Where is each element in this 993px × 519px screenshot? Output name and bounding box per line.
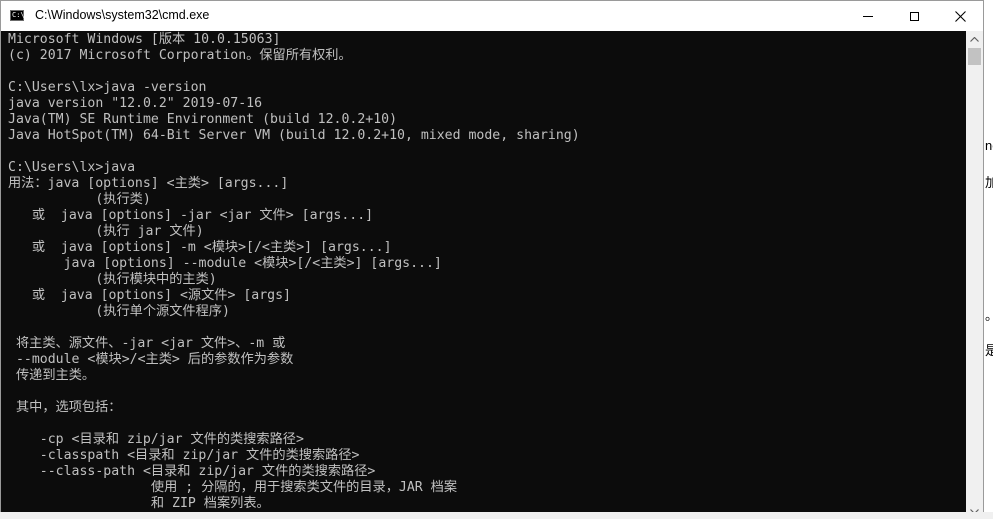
console-line: 或 java [options] -jar <jar 文件> [args...]: [8, 208, 374, 223]
console-line: (c) 2017 Microsoft Corporation。保留所有权利。: [8, 48, 352, 63]
scroll-thumb[interactable]: [968, 48, 981, 65]
maximize-icon: [909, 11, 919, 21]
console-line: (执行类): [8, 192, 151, 207]
minimize-icon: [863, 15, 873, 17]
console-line: -cp <目录和 zip/jar 文件的类搜索路径>: [8, 432, 304, 447]
console-line: --class-path <目录和 zip/jar 文件的类搜索路径>: [8, 464, 376, 479]
console-output[interactable]: Microsoft Windows [版本 10.0.15063] (c) 201…: [1, 31, 966, 518]
background-text: 加: [985, 175, 993, 190]
console-line: Java(TM) SE Runtime Environment (build 1…: [8, 112, 398, 127]
console-line: (执行 jar 文件): [8, 224, 204, 239]
console-line: -classpath <目录和 zip/jar 文件的类搜索路径>: [8, 448, 360, 463]
close-button[interactable]: [937, 1, 983, 31]
background-text: ne: [985, 138, 993, 153]
console-line: 传递到主类。: [8, 368, 96, 383]
console-line: C:\Users\lx>java: [8, 160, 136, 175]
vertical-scrollbar[interactable]: [966, 31, 983, 518]
cmd-window: C:\ C:\Windows\system32\cmd.exe Microsof…: [0, 0, 984, 519]
console-line: Java HotSpot(TM) 64-Bit Server VM (build…: [8, 128, 580, 143]
console-line: java [options] --module <模块>[/<主类>] [arg…: [8, 256, 442, 271]
console-line: 用法：java [options] <主类> [args...]: [8, 176, 289, 191]
background-text: 。: [985, 305, 993, 324]
console-line: 将主类、源文件、-jar <jar 文件>、-m 或: [8, 336, 286, 351]
console-line: --module <模块>/<主类> 后的参数作为参数: [8, 352, 294, 367]
background-window-bottom: [0, 512, 993, 519]
console-line: 或 java [options] -m <模块>[/<主类>] [args...…: [8, 240, 392, 255]
background-text: 是: [985, 343, 993, 358]
console-line: 使用 ; 分隔的，用于搜索类文件的目录，JAR 档案: [8, 480, 458, 495]
console-line: 或 java [options] <源文件> [args]: [8, 288, 291, 303]
cmd-icon[interactable]: C:\: [10, 10, 25, 21]
console-line: 其中，选项包括：: [8, 400, 122, 415]
console-line: 和 ZIP 档案列表。: [8, 496, 270, 511]
background-window-edge[interactable]: ne 加 。 是: [984, 0, 993, 519]
minimize-button[interactable]: [845, 1, 891, 31]
close-icon: [954, 10, 966, 22]
console-text: Microsoft Windows [版本 10.0.15063] (c) 201…: [8, 32, 580, 512]
console-line: java version "12.0.2" 2019-07-16: [8, 96, 263, 111]
console-line: Microsoft Windows [版本 10.0.15063]: [8, 32, 281, 47]
title-bar[interactable]: C:\ C:\Windows\system32\cmd.exe: [1, 1, 983, 31]
maximize-button[interactable]: [891, 1, 937, 31]
console-line: C:\Users\lx>java -version: [8, 80, 207, 95]
console-line: (执行模块中的主类): [8, 272, 217, 287]
scroll-up-button[interactable]: [966, 31, 983, 48]
arrow-up-icon: [970, 37, 979, 42]
console-line: (执行单个源文件程序): [8, 304, 230, 319]
window-title: C:\Windows\system32\cmd.exe: [35, 8, 210, 22]
